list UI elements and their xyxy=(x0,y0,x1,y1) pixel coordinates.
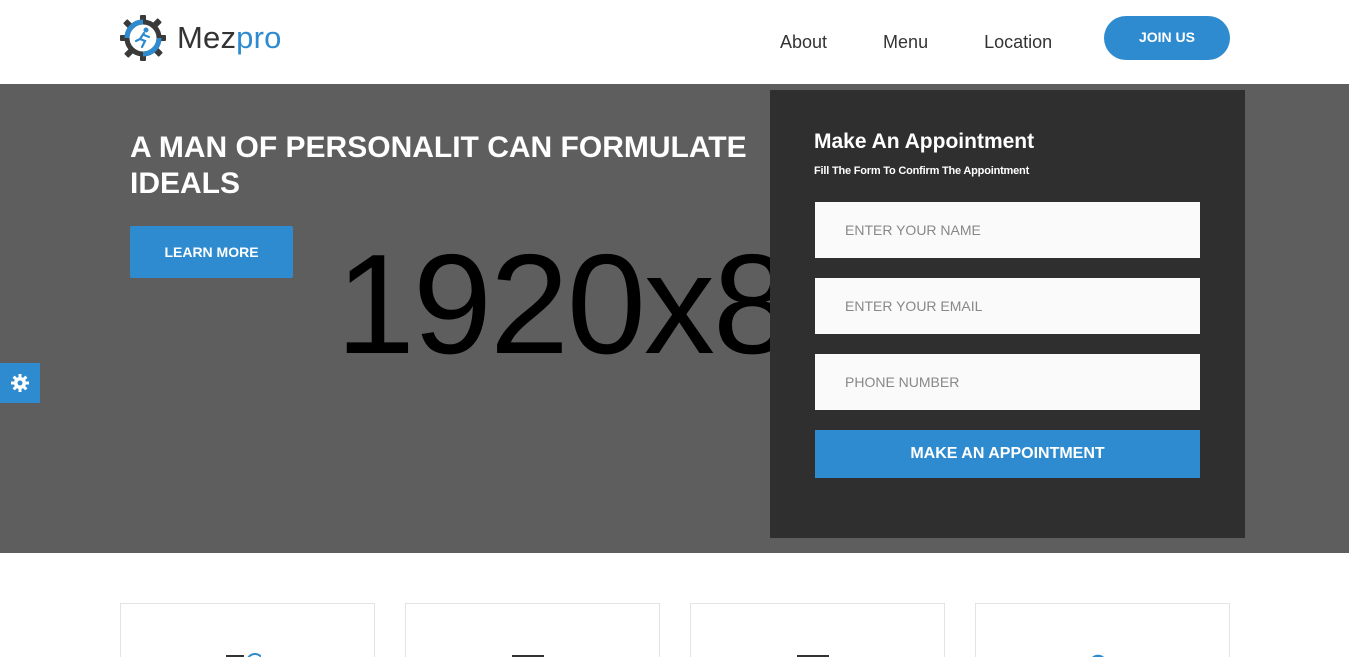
feature-icon xyxy=(1092,654,1104,657)
nav-link-menu[interactable]: Menu xyxy=(883,31,928,53)
gear-runner-logo-icon xyxy=(120,15,166,61)
feature-icon xyxy=(797,655,829,657)
appointment-panel: Make An Appointment Fill The Form To Con… xyxy=(770,90,1245,538)
gear-icon xyxy=(11,374,29,392)
nav-link-about[interactable]: About xyxy=(780,31,827,53)
feature-icon xyxy=(512,655,544,657)
main-nav: About Menu Location xyxy=(780,31,1052,53)
feature-card[interactable] xyxy=(405,603,660,657)
logo[interactable]: Mezpro xyxy=(119,14,282,62)
join-us-button[interactable]: JOIN US xyxy=(1104,16,1230,60)
appointment-title: Make An Appointment xyxy=(814,130,1035,153)
nav-link-location[interactable]: Location xyxy=(984,31,1052,53)
name-field[interactable] xyxy=(815,202,1200,258)
phone-field[interactable] xyxy=(815,354,1200,410)
feature-card[interactable] xyxy=(690,603,945,657)
email-field[interactable] xyxy=(815,278,1200,334)
feature-card[interactable] xyxy=(975,603,1230,657)
appointment-subtitle: Fill The Form To Confirm The Appointment xyxy=(814,165,1030,177)
logo-text-main: Mez xyxy=(177,20,237,55)
make-appointment-button[interactable]: MAKE AN APPOINTMENT xyxy=(815,430,1200,478)
site-header: Mezpro About Menu Location JOIN US xyxy=(0,0,1349,84)
settings-toggle[interactable] xyxy=(0,363,40,403)
hero-section: 1920x850 A MAN OF PERSONALIT CAN FORMULA… xyxy=(0,84,1349,553)
hero-title: A MAN OF PERSONALIT CAN FORMULATE IDEALS xyxy=(130,131,747,200)
learn-more-button[interactable]: LEARN MORE xyxy=(130,226,293,278)
feature-card[interactable] xyxy=(120,603,375,657)
logo-text-accent: pro xyxy=(236,20,282,55)
feature-icon xyxy=(226,653,261,657)
logo-text: Mezpro xyxy=(177,20,282,56)
